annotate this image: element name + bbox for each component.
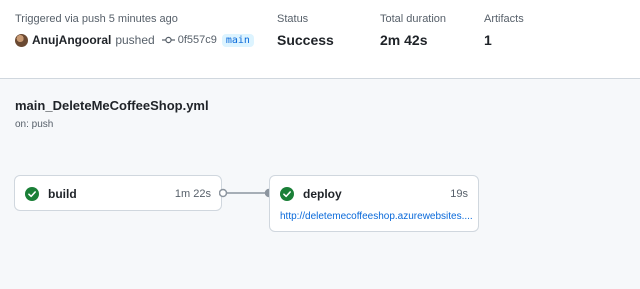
avatar[interactable]: [15, 33, 28, 47]
trigger-description: Triggered via push 5 minutes ago: [15, 13, 178, 25]
job-name: deploy: [303, 187, 342, 201]
git-commit-icon: [161, 36, 175, 44]
trigger-details: AnujAngooral pushed 0f557c9 main: [15, 33, 254, 47]
workflow-file-name: main_DeleteMeCoffeeShop.yml: [15, 98, 209, 113]
duration-label: Total duration: [380, 13, 447, 25]
job-dependency-connector: [219, 188, 273, 198]
duration-value: 2m 42s: [380, 32, 428, 48]
workflow-trigger: on: push: [15, 119, 54, 130]
job-name: build: [48, 187, 77, 201]
artifacts-count[interactable]: 1: [484, 32, 492, 48]
check-circle-icon: [280, 187, 294, 201]
job-duration: 1m 22s: [174, 188, 211, 200]
branch-label[interactable]: main: [221, 33, 254, 47]
run-summary-header: Triggered via push 5 minutes ago AnujAng…: [0, 0, 640, 79]
status-value: Success: [277, 32, 334, 48]
job-card-build[interactable]: build 1m 22s: [14, 175, 222, 211]
deployment-url-link[interactable]: http://deletemecoffeeshop.azurewebsites.…: [280, 211, 480, 222]
artifacts-label: Artifacts: [484, 13, 524, 25]
job-duration: 19s: [450, 188, 468, 200]
check-circle-icon: [25, 187, 39, 201]
commit-sha-link[interactable]: 0f557c9: [178, 34, 217, 46]
actor-link[interactable]: AnujAngooral: [32, 33, 111, 47]
trigger-action: pushed: [115, 33, 155, 47]
status-label: Status: [277, 13, 309, 25]
job-card-deploy[interactable]: deploy 19s http://deletemecoffeeshop.azu…: [269, 175, 479, 232]
